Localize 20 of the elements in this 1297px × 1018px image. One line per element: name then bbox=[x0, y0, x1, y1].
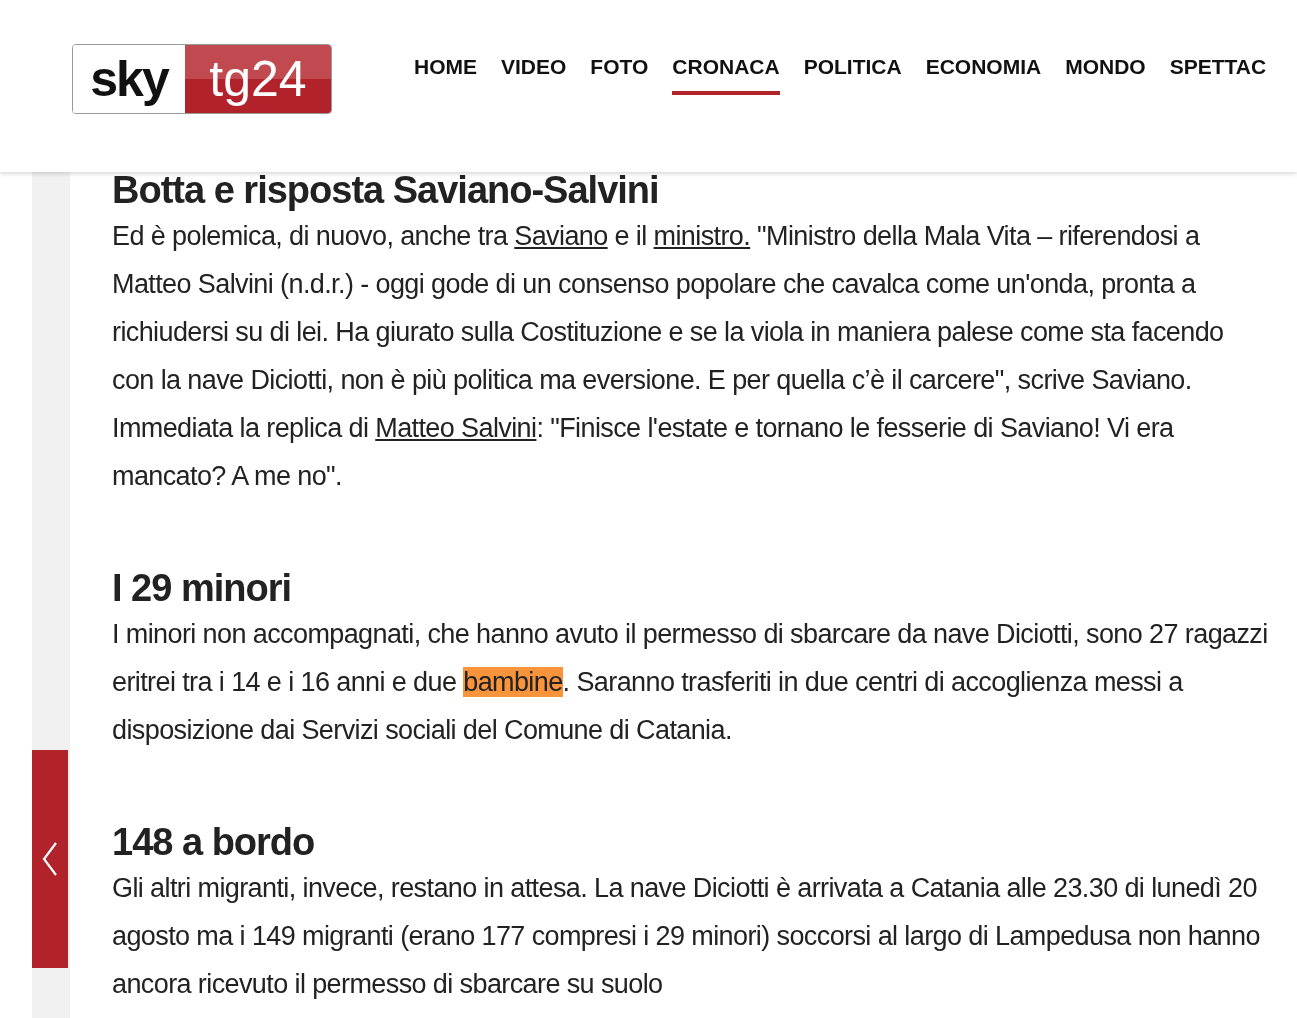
nav-link[interactable]: FOTO bbox=[590, 55, 649, 95]
nav-link[interactable]: SPETTAC bbox=[1169, 55, 1267, 95]
section-heading: 148 a bordo bbox=[112, 824, 316, 860]
inline-link[interactable]: Matteo Salvini bbox=[375, 413, 537, 443]
nav-link[interactable]: VIDEO bbox=[501, 55, 567, 95]
nav-link[interactable]: POLITICA bbox=[803, 55, 902, 95]
inline-link[interactable]: Saviano bbox=[514, 221, 608, 251]
nav-link[interactable]: MONDO bbox=[1065, 55, 1146, 95]
nav-link[interactable]: HOME bbox=[414, 55, 477, 95]
previous-button[interactable] bbox=[32, 750, 68, 968]
section-heading: I 29 minori bbox=[112, 570, 293, 606]
nav-link[interactable]: CRONACA bbox=[672, 55, 780, 95]
chevron-left-icon bbox=[42, 841, 58, 877]
paragraph: Ed è polemica, di nuovo, anche tra Saviano e il ministro. "Ministro della Mala Vita – riferendosi a Matteo Salvini (n.d.r.) - oggi gode di un consenso popolare che cavalca come un'onda, pronta a richiudersi su di lei. Ha giurato sulla Costituzione e se la viola in maniera palese come sta facendo con la nave Diciotti, non è più politica ma eversione. E per quella c’è il carcere", scrive Saviano. Immediata la replica di Matteo Salvini: "Finisce l'estate e tornano le fesserie di Saviano! Vi era mancato? A me no". bbox=[112, 220, 1225, 493]
paragraph: I minori non accompagnati, che hanno avuto il permesso di sbarcare da nave Diciotti, sono 27 ragazzi eritrei tra i 14 e i 16 anni e due bambine. Saranno trasferiti in due centri di accoglienza messi a disposizione dai Servizi sociali del Comune di Catania. bbox=[112, 618, 1269, 747]
paragraph: Gli altri migranti, invece, restano in attesa. La nave Diciotti è arrivata a Catania alle 23.30 di lunedì 20 agosto ma i 149 migranti (erano 177 compresi i 29 minori) soccorsi al largo di Lampedusa non hanno ancora ricevuto il permesso di sbarcare su suolo bbox=[112, 872, 1261, 1001]
highlighted-word: bambine bbox=[463, 667, 563, 697]
inline-link[interactable]: ministro. bbox=[653, 221, 751, 251]
logo[interactable]: sky tg24 bbox=[72, 44, 332, 114]
nav-link[interactable]: ECONOMIA bbox=[925, 55, 1042, 95]
